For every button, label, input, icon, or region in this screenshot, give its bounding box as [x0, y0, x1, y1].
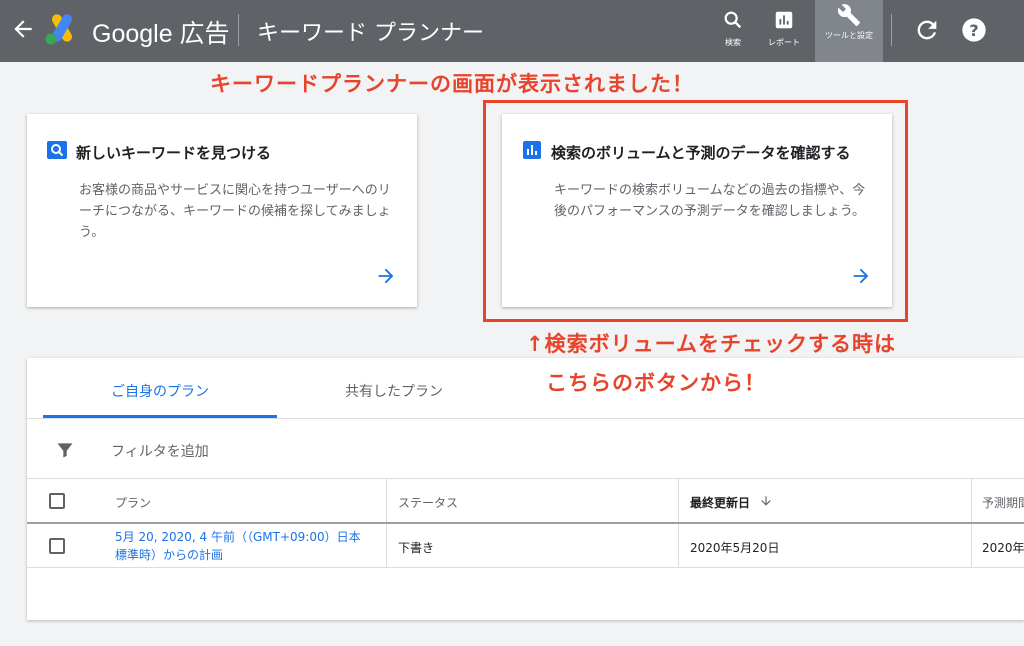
- wrench-icon: [837, 4, 860, 26]
- add-filter-button[interactable]: フィルタを追加: [111, 441, 209, 461]
- search-icon: [47, 141, 67, 159]
- arrow-right-icon[interactable]: [375, 265, 397, 287]
- plan-status: 下書き: [398, 541, 435, 555]
- bar-chart-icon: [523, 141, 541, 159]
- arrow-right-icon[interactable]: [850, 265, 872, 287]
- search-button[interactable]: 検索: [712, 0, 754, 62]
- tools-settings-label: ツールと設定: [825, 31, 873, 40]
- card-description: お客様の商品やサービスに関心を持つユーザーへのリーチにつながる、キーワードの候補…: [79, 183, 391, 240]
- tools-settings-button[interactable]: ツールと設定: [815, 0, 883, 62]
- plans-panel: ご自身のプラン 共有したプラン フィルタを追加 プラン ステータス 最終更新日 …: [27, 358, 1024, 620]
- reports-button-label: レポート: [768, 38, 800, 47]
- header-divider: [27, 522, 1024, 524]
- tab-shared-plans[interactable]: 共有したプラン: [277, 358, 511, 418]
- back-arrow-icon[interactable]: [10, 16, 36, 42]
- annotation-top: キーワードプランナーの画面が表示されました！: [210, 72, 694, 96]
- search-volume-forecast-card[interactable]: 検索のボリュームと予測のデータを確認する キーワードの検索ボリュームなどの過去の…: [502, 114, 892, 307]
- google-ads-logo-icon: [45, 14, 72, 45]
- tab-my-plans[interactable]: ご自身のプラン: [43, 358, 277, 418]
- card-title: 新しいキーワードを見つける: [76, 144, 272, 162]
- search-button-label: 検索: [725, 38, 741, 47]
- annotation-middle-line1: ↑検索ボリュームをチェックする時は: [526, 332, 896, 356]
- page-title: キーワード プランナー: [257, 21, 484, 46]
- search-icon: [724, 11, 742, 29]
- plan-last-updated: 2020年5月20日: [690, 541, 780, 555]
- find-new-keywords-card[interactable]: 新しいキーワードを見つける お客様の商品やサービスに関心を持つユーザーへのリーチ…: [27, 114, 417, 307]
- svg-text:?: ?: [969, 21, 978, 40]
- card-title: 検索のボリュームと予測のデータを確認する: [551, 144, 851, 162]
- column-header-plan[interactable]: プラン: [115, 494, 151, 511]
- reports-button[interactable]: レポート: [760, 0, 808, 62]
- sort-down-arrow-icon[interactable]: [759, 494, 773, 508]
- brand-name: Google 広告: [92, 20, 230, 48]
- card-description: キーワードの検索ボリュームなどの過去の指標や、今後のパフォーマンスの予測データを…: [554, 183, 866, 219]
- select-all-checkbox[interactable]: [49, 493, 65, 509]
- column-header-forecast-period[interactable]: 予測期間: [982, 494, 1024, 511]
- row-checkbox[interactable]: [49, 538, 65, 554]
- column-header-last-updated[interactable]: 最終更新日: [690, 494, 750, 511]
- plan-name-link[interactable]: 5月 20, 2020, 4 午前（（GMT+09:00）日本標準時）からの計画: [115, 528, 365, 564]
- title-divider: [238, 14, 239, 46]
- filter-icon[interactable]: [55, 440, 75, 460]
- plan-forecast-period: 2020年6: [982, 541, 1024, 555]
- tabs-divider: [27, 418, 1024, 419]
- annotation-middle-line2: こちらのボタンから！: [546, 371, 766, 395]
- toolbar-divider: [891, 14, 892, 46]
- row-divider: [27, 567, 1024, 568]
- bar-chart-icon: [775, 11, 793, 29]
- refresh-icon[interactable]: [913, 16, 941, 44]
- column-header-status[interactable]: ステータス: [398, 494, 458, 511]
- top-app-bar: Google 広告 キーワード プランナー 検索 レポート ツールと設定 ?: [0, 0, 1024, 62]
- filter-divider: [27, 478, 1024, 479]
- help-icon[interactable]: ?: [960, 16, 988, 44]
